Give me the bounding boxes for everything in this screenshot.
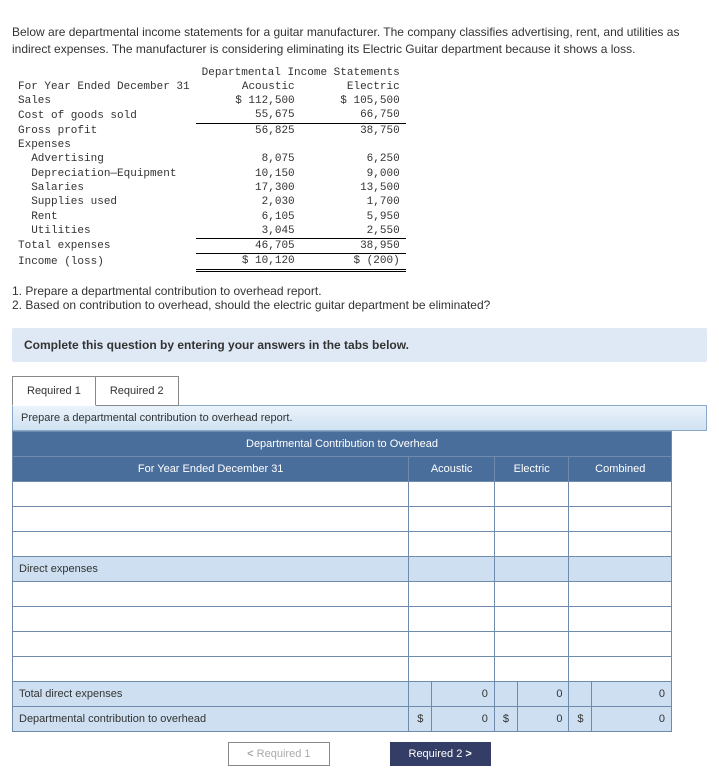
question-1: 1. Prepare a departmental contribution t… xyxy=(12,284,707,298)
header-period: For Year Ended December 31 xyxy=(13,456,409,481)
contribution-table: Departmental Contribution to Overhead Fo… xyxy=(12,431,672,732)
row-cogs: Cost of goods sold xyxy=(12,108,196,123)
stmt-title: Departmental Income Statements xyxy=(196,66,406,80)
prev-button: < Required 1 xyxy=(228,742,329,766)
questions-block: 1. Prepare a departmental contribution t… xyxy=(12,284,707,312)
panel-title: Departmental Contribution to Overhead xyxy=(13,431,672,456)
table-row xyxy=(13,481,672,506)
row-income-loss: Income (loss) xyxy=(12,254,196,270)
question-2: 2. Based on contribution to overhead, sh… xyxy=(12,298,707,312)
header-combined: Combined xyxy=(569,456,672,481)
row-expenses: Expenses xyxy=(12,138,196,152)
row-total-direct: Total direct expenses 0 0 0 xyxy=(13,681,672,706)
instruction-banner: Complete this question by entering your … xyxy=(12,328,707,362)
table-row xyxy=(13,506,672,531)
row-advertising: Advertising xyxy=(12,152,196,166)
row-supplies: Supplies used xyxy=(12,195,196,209)
col-electric: Electric xyxy=(301,80,406,94)
table-row xyxy=(13,581,672,606)
next-button[interactable]: Required 2 > xyxy=(390,742,491,766)
row-contribution: Departmental contribution to overhead $0… xyxy=(13,706,672,731)
tab-required-2[interactable]: Required 2 xyxy=(95,376,179,406)
table-row xyxy=(13,531,672,556)
row-rent: Rent xyxy=(12,210,196,224)
tabs: Required 1 Required 2 xyxy=(12,376,707,406)
chevron-right-icon: > xyxy=(465,748,471,760)
panel-instruction: Prepare a departmental contribution to o… xyxy=(12,405,707,431)
row-depreciation: Depreciation—Equipment xyxy=(12,167,196,181)
table-row xyxy=(13,631,672,656)
intro-text: Below are departmental income statements… xyxy=(12,24,707,58)
nav-buttons: < Required 1 Required 2 > xyxy=(12,742,707,766)
header-acoustic: Acoustic xyxy=(409,456,495,481)
stmt-period: For Year Ended December 31 xyxy=(12,80,196,94)
table-row xyxy=(13,606,672,631)
header-electric: Electric xyxy=(494,456,569,481)
row-total-expenses: Total expenses xyxy=(12,239,196,254)
row-utilities: Utilities xyxy=(12,224,196,239)
row-direct-expenses: Direct expenses xyxy=(13,556,672,581)
row-sales: Sales xyxy=(12,94,196,108)
chevron-left-icon: < xyxy=(247,748,253,760)
income-statement-table: Departmental Income Statements For Year … xyxy=(12,66,406,272)
tab-required-1[interactable]: Required 1 xyxy=(12,376,96,406)
table-row xyxy=(13,656,672,681)
col-acoustic: Acoustic xyxy=(196,80,301,94)
row-salaries: Salaries xyxy=(12,181,196,195)
row-gross-profit: Gross profit xyxy=(12,123,196,138)
